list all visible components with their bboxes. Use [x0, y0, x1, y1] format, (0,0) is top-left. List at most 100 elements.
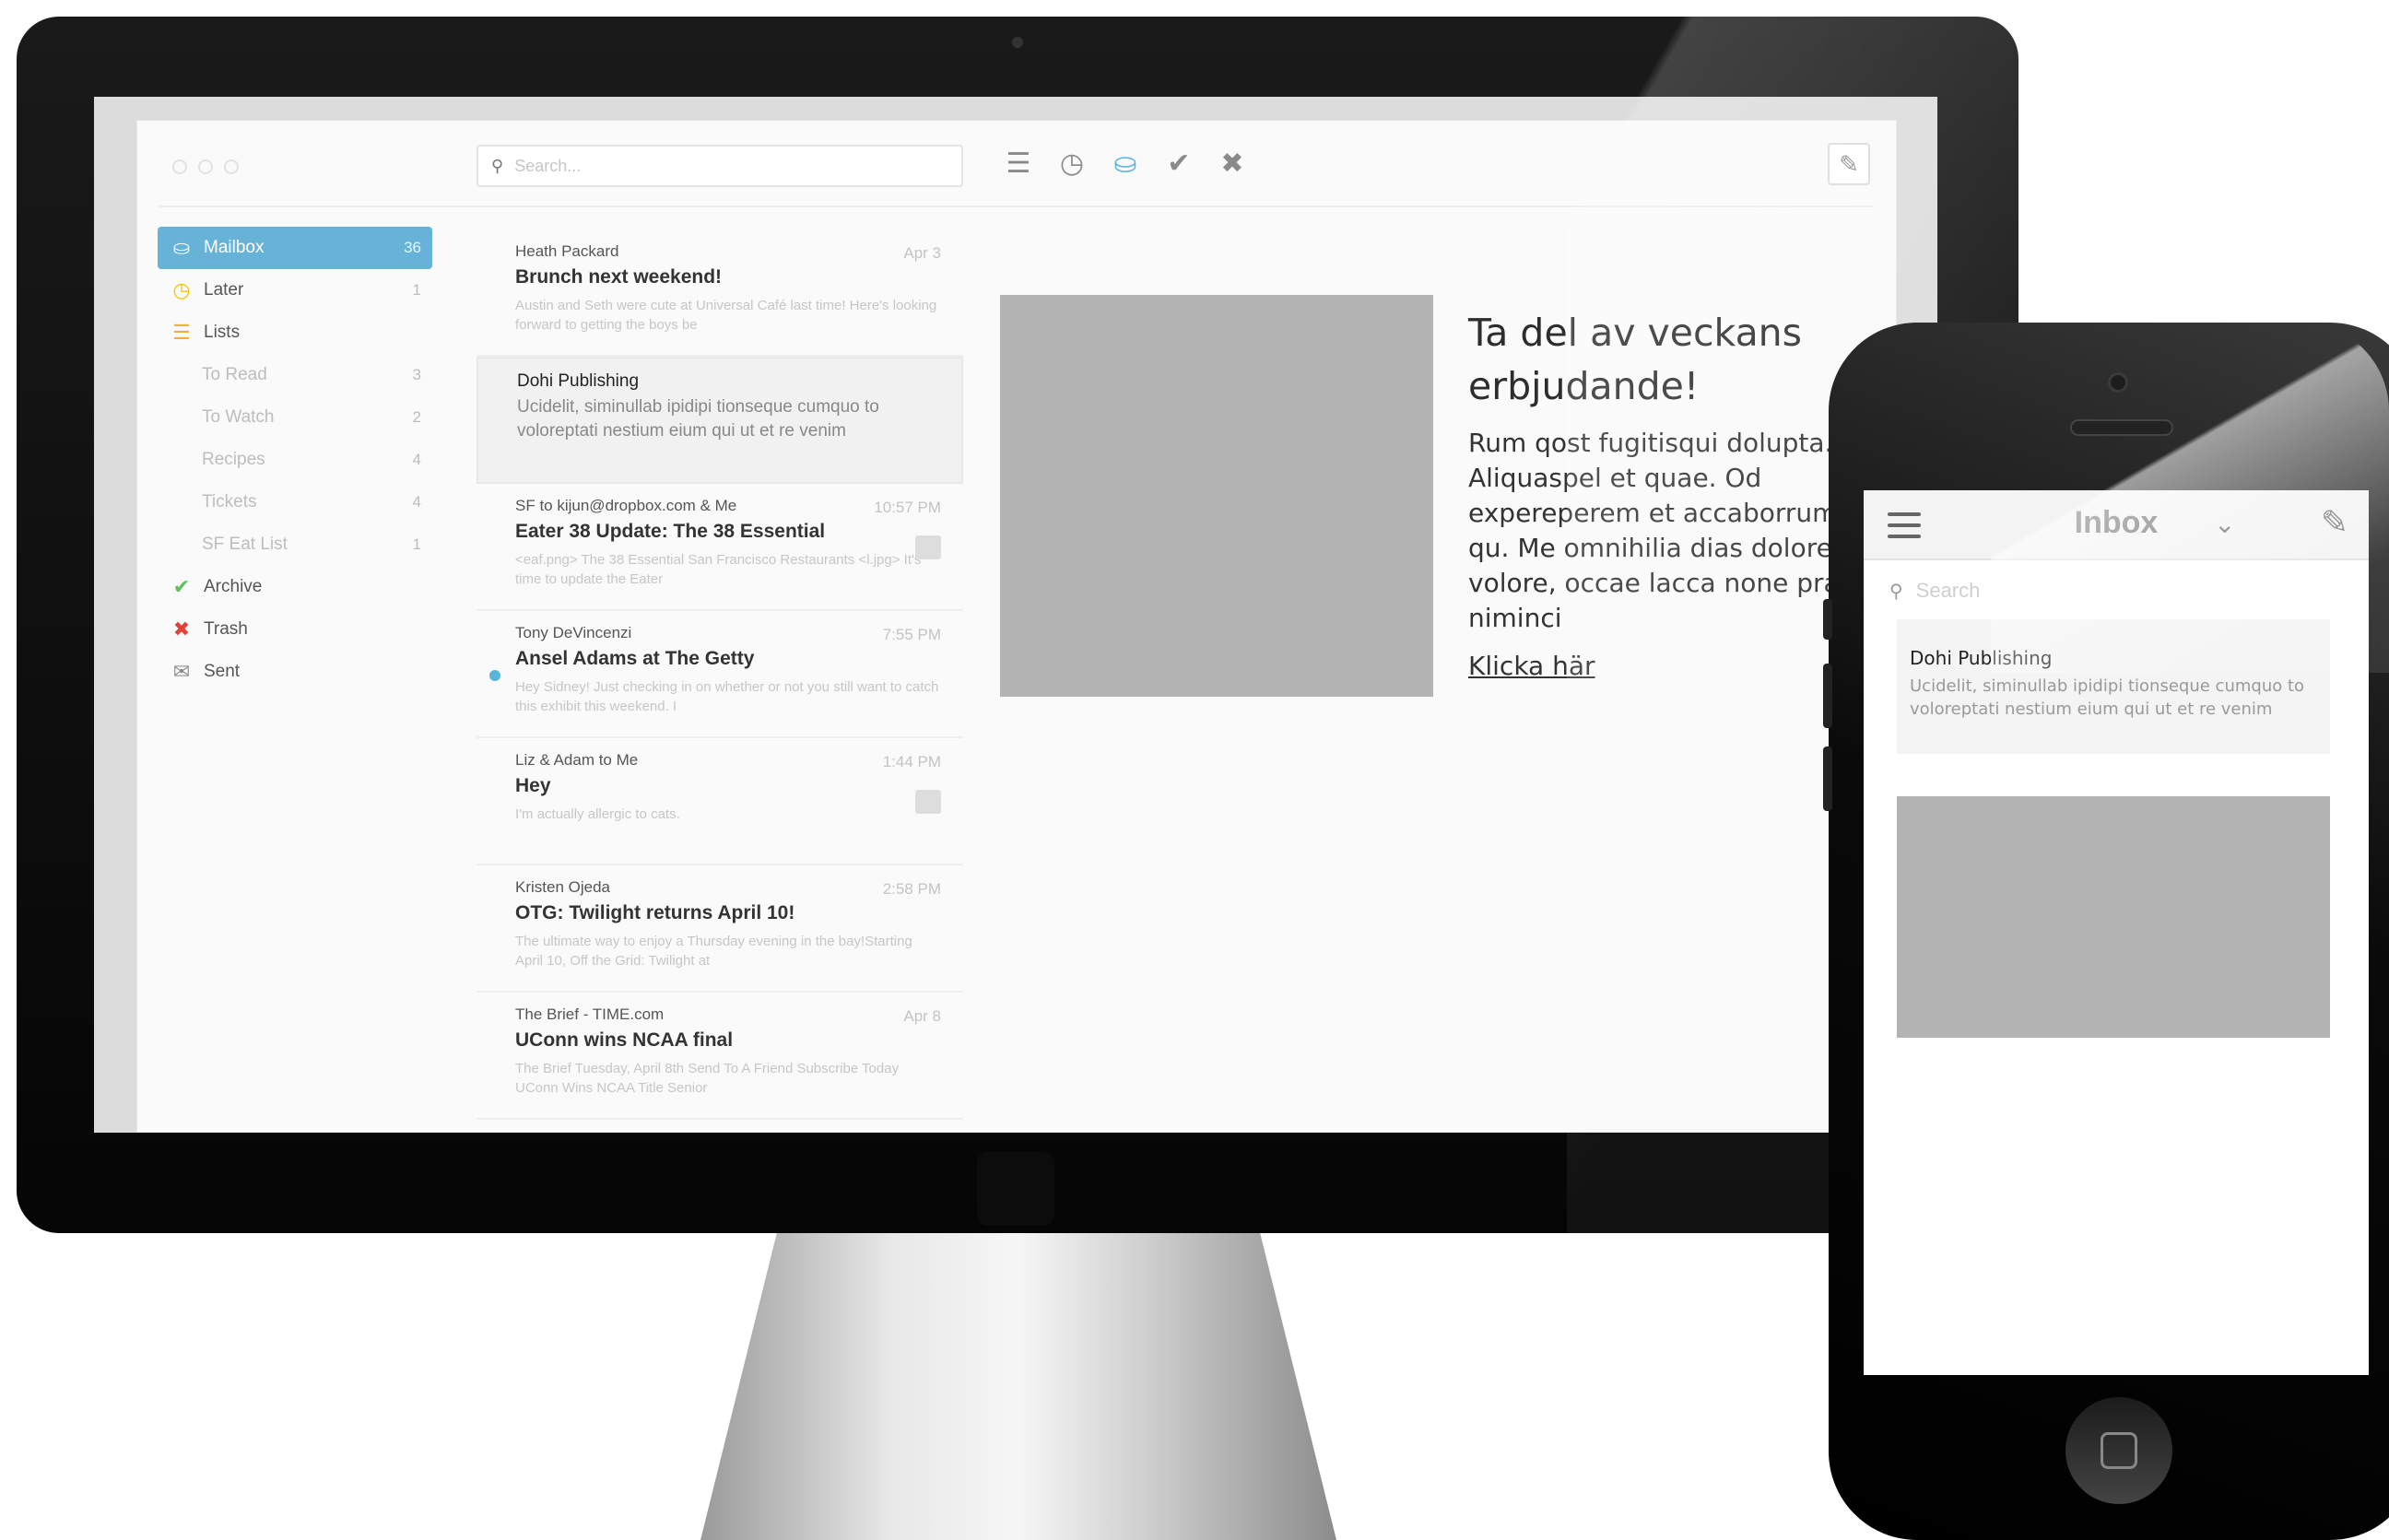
message-subject: Brunch next weekend!: [515, 266, 723, 288]
message-subject: UConn wins NCAA final: [515, 1029, 734, 1051]
message-subject: Hey: [515, 775, 551, 796]
clock-icon: ◷: [172, 278, 191, 301]
message-sender: Heath Packard: [515, 242, 619, 260]
message-time: 7:55 PM: [882, 626, 941, 643]
search-icon: ⚲: [1889, 581, 1903, 602]
mail-app-window: ⚲ Search... ☰ ◷ ⛀ ✔ ✖ ✎ ⛀ Mailbox 36 ◷ Later…: [136, 120, 1897, 1133]
sidebar-item-count: 3: [412, 366, 421, 383]
message-preview: The Brief Tuesday, April 8th Send To A F…: [515, 1061, 900, 1096]
imac-camera: [1012, 37, 1023, 48]
sidebar-item-to-read[interactable]: To Read 3: [158, 354, 432, 396]
window-controls: [172, 159, 239, 174]
sidebar-item-label: Archive: [204, 577, 263, 596]
sidebar-item-trash[interactable]: ✖ Trash: [158, 608, 432, 651]
mobile-header: Inbox ⌄ ✎: [1864, 490, 2369, 560]
iphone-home-button[interactable]: [2065, 1397, 2172, 1504]
message-subject: OTG: Twilight returns April 10!: [515, 902, 795, 923]
sidebar-item-recipes[interactable]: Recipes 4: [158, 439, 432, 481]
message-sender: Kristen Ojeda: [515, 878, 610, 896]
message-sender: Tony DeVincenzi: [515, 624, 632, 641]
sidebar-item-archive[interactable]: ✔ Archive: [158, 566, 432, 608]
message-time: 1:44 PM: [882, 753, 941, 770]
reader-body: Rum qost fugitisqui dolupta. Aliquaspel …: [1468, 428, 1858, 633]
unread-dot-icon: [489, 670, 500, 681]
sidebar-item-tickets[interactable]: Tickets 4: [158, 481, 432, 523]
message-row[interactable]: The Brief - TIME.com Apr 8 UConn wins NCAA…: [477, 993, 963, 1120]
mobile-screen: Inbox ⌄ ✎ ⚲ Search Dohi Publishing Ucide…: [1864, 490, 2369, 1375]
sidebar-item-count: 4: [412, 451, 421, 468]
chevron-down-icon[interactable]: ⌄: [2214, 509, 2235, 539]
sidebar-item-label: Later: [204, 280, 244, 300]
inbox-icon: ⛀: [172, 236, 191, 259]
toolbar: ☰ ◷ ⛀ ✔ ✖: [1004, 148, 1247, 179]
message-row[interactable]: SF to kijun@dropbox.com & Me 10:57 PM Eate…: [477, 484, 963, 611]
message-time: Apr 8: [903, 1007, 941, 1025]
search-placeholder: Search...: [514, 156, 582, 175]
mobile-message-card[interactable]: Dohi Publishing Ucidelit, siminullab ipi…: [1897, 619, 2330, 754]
compose-icon: ✎: [1839, 149, 1859, 178]
mobile-title: Inbox: [2074, 505, 2159, 540]
iphone-camera: [2108, 372, 2128, 393]
sidebar-item-mailbox[interactable]: ⛀ Mailbox 36: [158, 227, 432, 269]
message-subject: Eater 38 Update: The 38 Essential: [515, 521, 826, 542]
message-row[interactable]: Tony DeVincenzi 7:55 PM Ansel Adams at The…: [477, 611, 963, 738]
reader-pane: Ta del av veckans erbjudande! Rum qost f…: [1468, 306, 1874, 681]
imac-logo: [977, 1152, 1054, 1226]
reader-image-placeholder: [1000, 295, 1433, 697]
device-mockup: ⚲ Search... ☰ ◷ ⛀ ✔ ✖ ✎ ⛀ Mailbox 36 ◷ Later…: [0, 0, 2389, 1540]
sidebar-item-sf-eat-list[interactable]: SF Eat List 1: [158, 523, 432, 566]
message-preview: Hey Sidney! Just checking in on whether …: [515, 679, 939, 714]
close-window-button[interactable]: [172, 159, 187, 174]
sidebar-item-label: Mailbox: [204, 238, 265, 257]
sidebar-item-count: 4: [412, 493, 421, 511]
message-sender: Liz & Adam to Me: [515, 751, 639, 769]
message-row[interactable]: Heath Packard Apr 3 Brunch next weekend! Au…: [477, 229, 963, 357]
checkmark-icon: ✔: [172, 575, 191, 598]
message-sender: Dohi Publishing: [517, 371, 640, 391]
reader-link[interactable]: Klicka här: [1468, 651, 1595, 681]
iphone-speaker: [2070, 419, 2173, 436]
message-time: 2:58 PM: [882, 880, 941, 898]
message-row[interactable]: Dohi Publishing Ucidelit, siminullab ipid…: [477, 357, 963, 484]
sidebar-item-label: Trash: [204, 619, 248, 639]
mobile-search-input[interactable]: ⚲ Search: [1889, 579, 1980, 603]
list-icon[interactable]: ☰: [1004, 148, 1033, 179]
message-subject: Ansel Adams at The Getty: [515, 648, 755, 669]
search-input[interactable]: ⚲ Search...: [477, 145, 963, 187]
mobile-card-preview: Ucidelit, siminullab ipidipi tionseque c…: [1910, 676, 2305, 719]
message-preview: Ucidelit, siminullab ipidipi tionseque c…: [517, 397, 879, 441]
sidebar-item-sent[interactable]: ✉ Sent: [158, 651, 432, 693]
minimize-window-button[interactable]: [198, 159, 213, 174]
sidebar-item-count: 1: [412, 281, 421, 299]
iphone-volume-up: [1823, 664, 1832, 728]
sidebar-item-count: 2: [412, 408, 421, 426]
message-row[interactable]: Kristen Ojeda 2:58 PM OTG: Twilight return…: [477, 865, 963, 993]
toolbar-divider: [159, 206, 1874, 207]
sidebar-item-label: Tickets: [202, 492, 257, 511]
sidebar-item-label: To Read: [202, 365, 267, 384]
attachment-badge-icon: [915, 790, 941, 814]
sidebar-item-label: Recipes: [202, 450, 265, 469]
mobile-card-sender: Dohi Publishing: [1910, 647, 2053, 669]
sidebar-item-later[interactable]: ◷ Later 1: [158, 269, 432, 312]
sidebar-item-to-watch[interactable]: To Watch 2: [158, 396, 432, 439]
mobile-image-placeholder: [1897, 796, 2330, 1038]
imac-stand: [700, 1233, 1336, 1540]
zoom-window-button[interactable]: [224, 159, 239, 174]
message-row[interactable]: Liz & Adam to Me 1:44 PM Hey I'm actually a…: [477, 738, 963, 865]
inbox-icon[interactable]: ⛀: [1111, 148, 1140, 179]
checkmark-icon[interactable]: ✔: [1164, 148, 1194, 179]
sidebar-item-lists[interactable]: ☰ Lists: [158, 312, 432, 354]
iphone-mute-switch: [1823, 599, 1832, 640]
compose-icon[interactable]: ✎: [2321, 503, 2348, 542]
close-icon[interactable]: ✖: [1218, 148, 1247, 179]
sidebar-item-label: SF Eat List: [202, 535, 288, 554]
sidebar-item-label: To Watch: [202, 407, 275, 427]
message-preview: <eaf.png> The 38 Essential San Francisco…: [515, 552, 922, 587]
compose-button[interactable]: ✎: [1828, 143, 1870, 185]
clock-icon[interactable]: ◷: [1057, 148, 1087, 179]
message-preview: I'm actually allergic to cats.: [515, 806, 680, 822]
close-icon: ✖: [172, 617, 191, 641]
sidebar-item-label: Sent: [204, 662, 241, 681]
sidebar: ⛀ Mailbox 36 ◷ Later 1 ☰ Lists To Read 3 To Watch 2…: [158, 227, 432, 693]
